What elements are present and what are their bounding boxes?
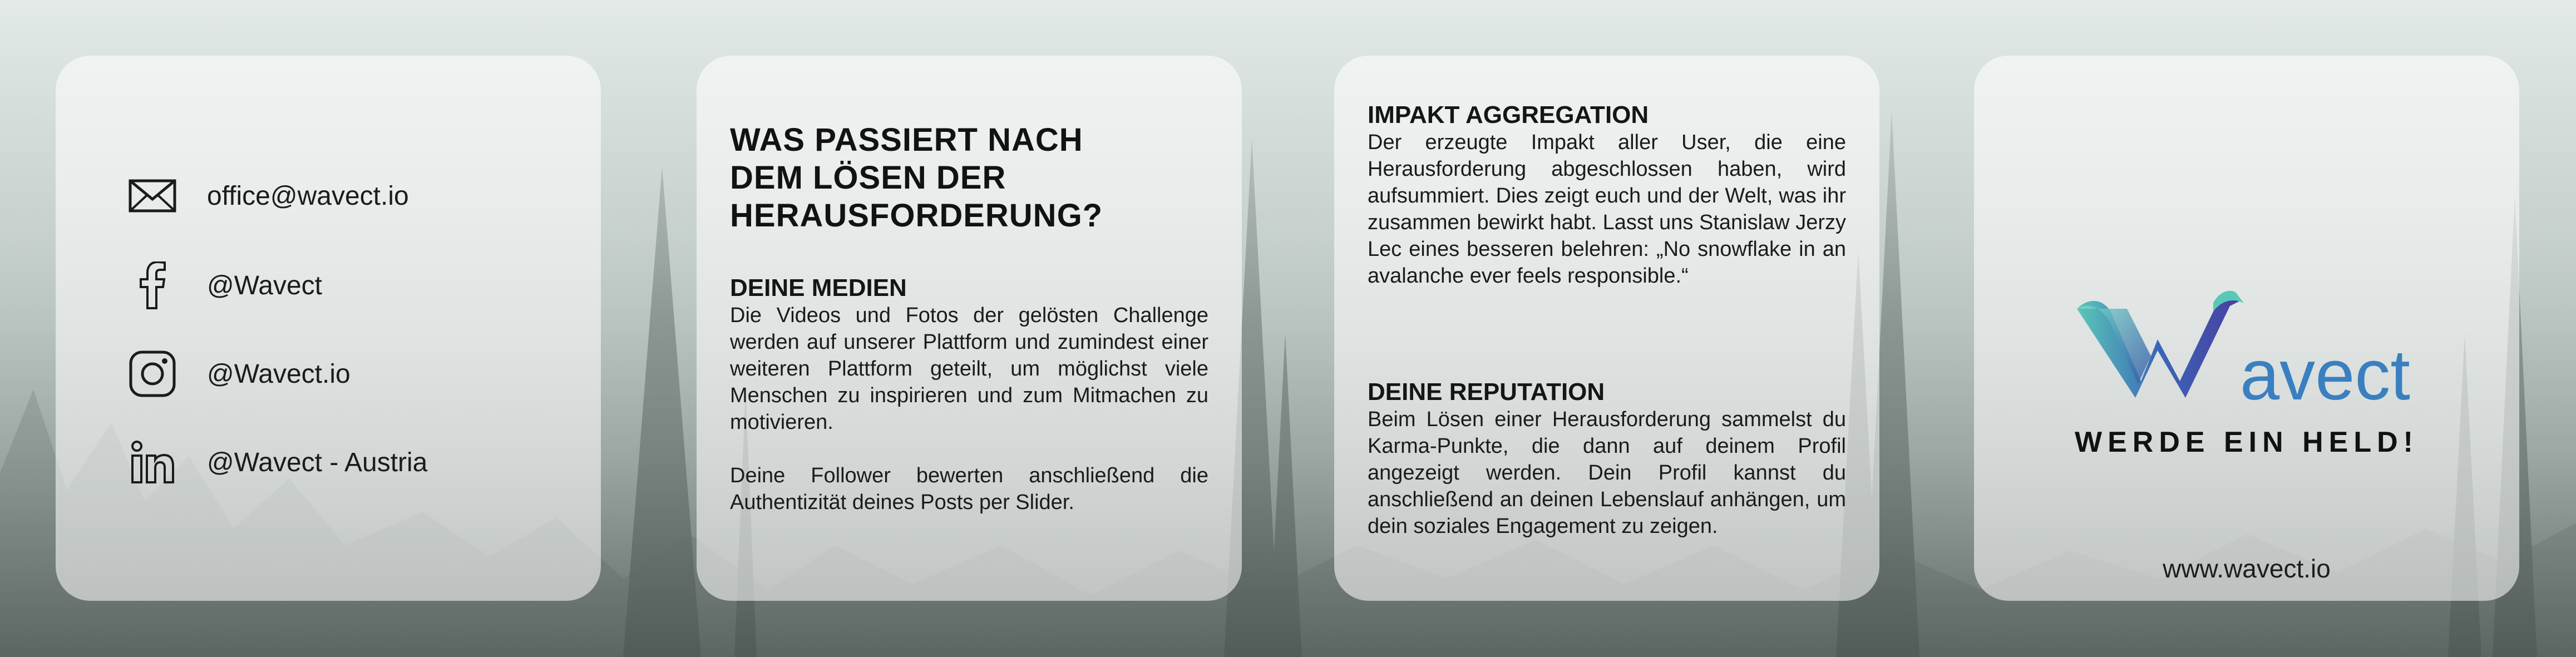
contact-linkedin-row[interactable]: @Wavect - Austria (126, 429, 427, 496)
wave-w-mark-icon (2077, 290, 2244, 398)
contact-email-row[interactable]: office@wavect.io (126, 162, 409, 229)
logo-text: avect (2240, 335, 2410, 415)
contact-email-label: office@wavect.io (207, 181, 409, 211)
contact-instagram-label: @Wavect.io (207, 359, 351, 389)
media-paragraph-1: Die Videos und Fotos der gelösten Challe… (730, 304, 1208, 434)
envelope-icon (126, 169, 179, 223)
contact-facebook-label: @Wavect (207, 270, 322, 300)
contact-facebook-row[interactable]: @Wavect (126, 252, 322, 319)
section-title-impact: IMPAKT AGGREGATION (1368, 101, 1649, 129)
panel-heading: WAS PASSIERT NACH DEM LÖSEN DER HERAUSFO… (730, 122, 1103, 234)
slogan: WERDE EIN HELD! (2075, 426, 2419, 458)
info-panel-impact: IMPAKT AGGREGATION Der erzeugte Impakt a… (1334, 56, 1879, 601)
contact-linkedin-label: @Wavect - Austria (207, 447, 428, 477)
info-panel-media: WAS PASSIERT NACH DEM LÖSEN DER HERAUSFO… (697, 56, 1242, 601)
linkedin-icon (126, 436, 179, 489)
wavect-logo: avect (1974, 245, 2519, 423)
media-paragraph-2: Deine Follower bewerten anschließend die… (730, 464, 1208, 514)
section-title-reputation: DEINE REPUTATION (1368, 378, 1605, 406)
instagram-icon (126, 347, 179, 401)
website-link[interactable]: www.wavect.io (1974, 554, 2519, 584)
impact-paragraph: Der erzeugte Impakt aller User, die eine… (1368, 131, 1846, 288)
facebook-icon (126, 259, 179, 312)
contact-panel: office@wavect.io @Wavect @Wavect.io @Wav… (56, 56, 601, 601)
contact-instagram-row[interactable]: @Wavect.io (126, 340, 351, 407)
reputation-paragraph: Beim Lösen einer Herausforderung sammels… (1368, 408, 1846, 538)
section-title-media: DEINE MEDIEN (730, 274, 907, 302)
brand-panel: avect WERDE EIN HELD! www.wavect.io (1974, 56, 2519, 601)
